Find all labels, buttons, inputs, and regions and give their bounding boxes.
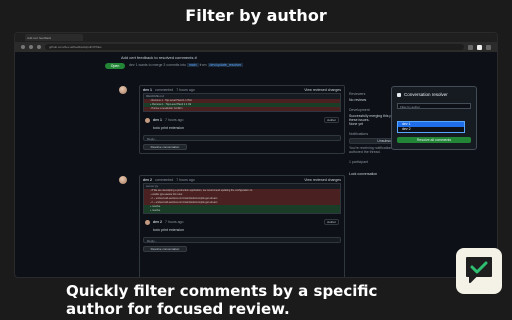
comment-author[interactable]: dev 1 bbox=[153, 118, 162, 122]
caption: Quickly filter comments by a specific au… bbox=[66, 282, 378, 318]
back-icon[interactable] bbox=[21, 45, 25, 49]
address-bar: github.com/dev-ai/feedback/pull/47/files bbox=[15, 42, 497, 52]
review-thread: dev 2 commented 7 hours ago View reviewe… bbox=[139, 175, 345, 277]
comment-body: toxic print extension bbox=[153, 126, 184, 130]
participants-label: 1 participant bbox=[349, 160, 369, 164]
resolver-panel: Conversation resolver Filter by author d… bbox=[391, 86, 477, 150]
thread-action: commented bbox=[154, 177, 174, 182]
pr-meta-text: dev 1 wants to merge 3 commits into bbox=[129, 63, 186, 67]
url-field[interactable]: github.com/dev-ai/feedback/pull/47/files bbox=[45, 44, 464, 50]
author-option[interactable]: dev 2 bbox=[398, 127, 464, 132]
status-badge: Open bbox=[105, 63, 125, 69]
author-filter-select[interactable]: Filter by author bbox=[397, 103, 471, 109]
reply-input[interactable]: Reply... bbox=[143, 135, 341, 141]
notifications-label: Notifications bbox=[349, 132, 369, 136]
comment-author[interactable]: dev 2 bbox=[153, 220, 162, 224]
diff-line: + resolve bbox=[144, 209, 340, 213]
from-label: from bbox=[199, 63, 207, 67]
thread-time: 7 hours ago bbox=[176, 87, 195, 92]
author-dropdown: dev 1 dev 2 bbox=[397, 121, 465, 133]
extension-icon[interactable] bbox=[468, 44, 473, 50]
author-badge: Author bbox=[324, 219, 339, 225]
panel-title: Conversation resolver bbox=[404, 92, 448, 97]
comment-time: 7 hours ago bbox=[164, 220, 184, 224]
resolve-all-button[interactable]: Resolve all comments bbox=[397, 137, 471, 143]
pr-meta: dev 1 wants to merge 3 commits into main… bbox=[129, 63, 244, 67]
diff-line: - Pursue a resolution Confirm bbox=[144, 107, 340, 111]
comment-body: toxic print extension bbox=[153, 228, 184, 232]
avatar[interactable] bbox=[119, 86, 127, 94]
reply-input[interactable]: Reply... bbox=[143, 237, 341, 243]
menu-icon[interactable] bbox=[486, 44, 491, 50]
browser-tab[interactable]: Add cert feedback bbox=[25, 34, 83, 41]
resolver-extension-icon[interactable] bbox=[477, 44, 482, 50]
avatar[interactable] bbox=[145, 219, 150, 225]
tab-bar: Add cert feedback bbox=[15, 33, 497, 42]
conversation-icon bbox=[397, 92, 401, 97]
thread-author[interactable]: dev 2 bbox=[143, 178, 152, 182]
pr-title: Add cert feedback to resolved comments # bbox=[121, 55, 197, 60]
thread-author[interactable]: dev 1 bbox=[143, 88, 152, 92]
avatar[interactable] bbox=[119, 176, 127, 184]
comment: dev 2 7 hours ago Author toxic print ext… bbox=[143, 217, 341, 234]
headline: Filter by author bbox=[185, 6, 327, 25]
app-logo bbox=[456, 248, 502, 294]
diff-block: server.py - # We are developing a produc… bbox=[143, 183, 341, 214]
base-branch[interactable]: main bbox=[186, 63, 199, 67]
forward-icon[interactable] bbox=[29, 45, 33, 49]
resolve-conversation-button[interactable]: Resolve conversation bbox=[143, 144, 187, 150]
view-changes-link[interactable]: View reviewed changes bbox=[304, 88, 341, 92]
thread-time: 7 hours ago bbox=[176, 177, 195, 182]
author-badge: Author bbox=[324, 117, 339, 123]
lock-conversation-link[interactable]: Lock conversation bbox=[349, 172, 425, 176]
resolve-conversation-button[interactable]: Resolve conversation bbox=[143, 246, 187, 252]
avatar[interactable] bbox=[145, 117, 150, 123]
diff-block: README.md - Remove 1 . Top-Level Hand 1.… bbox=[143, 93, 341, 112]
message-check-icon bbox=[466, 257, 492, 283]
comment-time: 7 hours ago bbox=[164, 118, 184, 122]
head-branch[interactable]: dev/update_resolver bbox=[207, 63, 244, 67]
view-changes-link[interactable]: View reviewed changes bbox=[304, 178, 341, 182]
review-thread: dev 1 commented 7 hours ago View reviewe… bbox=[139, 85, 345, 154]
comment: dev 1 7 hours ago Author toxic print ext… bbox=[143, 115, 341, 132]
browser-window: Add cert feedback github.com/dev-ai/feed… bbox=[14, 32, 498, 278]
thread-action: commented bbox=[154, 87, 174, 92]
reload-icon[interactable] bbox=[37, 45, 41, 49]
